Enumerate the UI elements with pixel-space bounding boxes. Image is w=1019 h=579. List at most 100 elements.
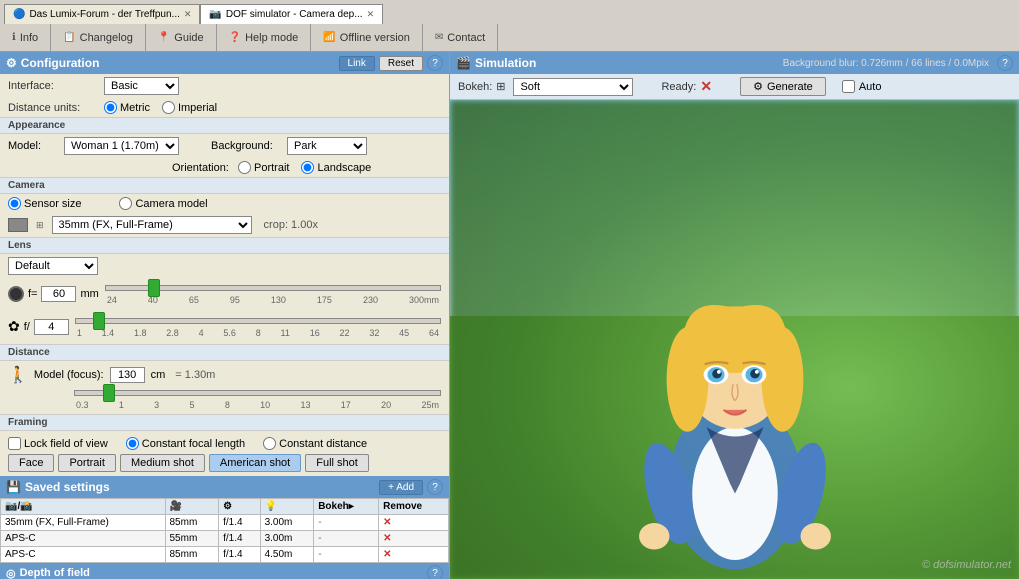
auto-check[interactable]: Auto: [842, 80, 882, 93]
ready-text: Ready:: [661, 81, 696, 93]
face-button[interactable]: Face: [8, 454, 54, 472]
generate-button[interactable]: ⚙ Generate: [740, 77, 826, 96]
tab-label-dof: DOF simulator - Camera dep...: [226, 9, 363, 20]
link-button[interactable]: Link: [339, 56, 375, 71]
sensor-size-label: Sensor size: [24, 198, 81, 210]
offline-icon: 📶: [323, 32, 335, 43]
browser-tab-dof[interactable]: 📷 DOF simulator - Camera dep... ✕: [200, 4, 383, 24]
aperture-value-input[interactable]: [34, 319, 69, 335]
model-bg-row: Model: Woman 1 (1.70m) Woman 2 (1.65m) M…: [0, 134, 449, 158]
saved-actions: + Add ?: [379, 479, 443, 495]
constant-focal-radio[interactable]: [126, 437, 139, 450]
saved-help-button[interactable]: ?: [427, 479, 443, 495]
auto-checkbox[interactable]: [842, 80, 855, 93]
nav-changelog[interactable]: 📋 Changelog: [51, 24, 146, 51]
constant-distance-radio[interactable]: [263, 437, 276, 450]
table-row: 35mm (FX, Full-Frame) 85mm f/1.4 3.00m -…: [1, 515, 449, 531]
dof-help-button[interactable]: ?: [427, 565, 443, 579]
nav-guide[interactable]: 📍 Guide: [146, 24, 217, 51]
tab-close-dof[interactable]: ✕: [367, 9, 375, 20]
cell-bokeh: -: [314, 547, 379, 563]
left-panel: ⚙ Configuration Link Reset ? Interface: …: [0, 52, 450, 579]
model-select[interactable]: Woman 1 (1.70m) Woman 2 (1.65m) Man 1 (1…: [64, 137, 179, 155]
portrait-radio[interactable]: [238, 161, 251, 174]
interface-select[interactable]: Basic Advanced: [104, 77, 179, 95]
watermark-text: © dofsimulator.net: [922, 559, 1011, 571]
focus-distance-input[interactable]: [110, 367, 145, 383]
full-shot-button[interactable]: Full shot: [305, 454, 369, 472]
landscape-radio[interactable]: [301, 161, 314, 174]
cell-aperture: f/1.4: [219, 547, 260, 563]
lock-field-option[interactable]: Lock field of view: [8, 437, 108, 450]
table-row: APS-C 85mm f/1.4 4.50m - ✕: [1, 547, 449, 563]
info-icon: ℹ: [12, 32, 16, 43]
distance-units-group: Metric Imperial: [104, 101, 217, 114]
sensor-icon: [8, 218, 28, 232]
constant-focal-option[interactable]: Constant focal length: [126, 437, 245, 450]
top-nav: ℹ Info 📋 Changelog 📍 Guide ❓ Help mode 📶…: [0, 24, 1019, 52]
medium-shot-button[interactable]: Medium shot: [120, 454, 205, 472]
sensor-select[interactable]: 35mm (FX, Full-Frame) APS-C Micro 4/3: [52, 216, 252, 234]
cell-remove[interactable]: ✕: [379, 531, 449, 547]
cell-bokeh: -: [314, 515, 379, 531]
lens-select[interactable]: Default: [8, 257, 98, 275]
camera-model-option[interactable]: Camera model: [119, 197, 207, 210]
focal-length-row: f= mm 24406595130175230300mm: [8, 282, 441, 305]
cell-sensor: APS-C: [1, 531, 166, 547]
crop-label: crop: 1.00x: [264, 219, 318, 231]
add-button[interactable]: + Add: [379, 480, 423, 495]
framing-subsection: Framing: [0, 414, 449, 431]
aperture-slider[interactable]: [75, 318, 441, 324]
bokeh-grid-icon: ⊞: [496, 80, 505, 93]
focus-distance-row: 🚶 Model (focus): cm = 1.30m: [8, 365, 441, 385]
sim-controls: Background blur: 0.726mm / 66 lines / 0.…: [783, 55, 1013, 71]
cell-remove[interactable]: ✕: [379, 547, 449, 563]
bokeh-select[interactable]: Soft None Hard Ring: [513, 78, 633, 96]
sensor-size-radio[interactable]: [8, 197, 21, 210]
imperial-radio[interactable]: [162, 101, 175, 114]
nav-contact[interactable]: ✉ Contact: [423, 24, 498, 51]
cell-sensor: 35mm (FX, Full-Frame): [1, 515, 166, 531]
camera-model-radio[interactable]: [119, 197, 132, 210]
ready-x: ✕: [700, 78, 712, 95]
lock-field-checkbox[interactable]: [8, 437, 21, 450]
nav-guide-label: Guide: [174, 32, 203, 44]
tab-close-lumix[interactable]: ✕: [184, 9, 192, 20]
nav-offline[interactable]: 📶 Offline version: [311, 24, 423, 51]
nav-offline-label: Offline version: [340, 32, 410, 44]
reset-button[interactable]: Reset: [379, 56, 423, 71]
cell-remove[interactable]: ✕: [379, 515, 449, 531]
portrait-button[interactable]: Portrait: [58, 454, 115, 472]
character-illustration: [575, 199, 895, 579]
guide-icon: 📍: [158, 32, 170, 43]
cell-distance: 4.50m: [260, 547, 314, 563]
constant-distance-option[interactable]: Constant distance: [263, 437, 367, 450]
sensor-size-option[interactable]: Sensor size: [8, 197, 81, 210]
distance-slider[interactable]: [74, 390, 441, 396]
focal-slider[interactable]: [105, 285, 441, 291]
browser-tab-lumix[interactable]: 🔵 Das Lumix-Forum - der Treffpun... ✕: [4, 4, 200, 24]
portrait-option[interactable]: Portrait: [238, 161, 289, 174]
orientation-row: Orientation: Portrait Landscape: [0, 158, 449, 177]
background-select[interactable]: Park Studio City: [287, 137, 367, 155]
col-sensor: 📷/📸: [1, 499, 166, 515]
distance-units-row: Distance units: Metric Imperial: [0, 98, 449, 117]
landscape-option[interactable]: Landscape: [301, 161, 371, 174]
metric-radio[interactable]: [104, 101, 117, 114]
nav-info[interactable]: ℹ Info: [0, 24, 51, 51]
american-shot-button[interactable]: American shot: [209, 454, 301, 472]
right-panel: 🎬 Simulation Background blur: 0.726mm / …: [450, 52, 1019, 579]
nav-help[interactable]: ❓ Help mode: [217, 24, 312, 51]
imperial-option[interactable]: Imperial: [162, 101, 217, 114]
config-title-text: Configuration: [21, 56, 100, 70]
metric-option[interactable]: Metric: [104, 101, 150, 114]
dof-title: ◎ Depth of field: [6, 567, 90, 579]
focal-value-input[interactable]: [41, 286, 76, 302]
table-header-row: 📷/📸 🎥 ⚙ 💡 Bokeh▸ Remove: [1, 499, 449, 515]
config-help-button[interactable]: ?: [427, 55, 443, 71]
constant-distance-label: Constant distance: [279, 438, 367, 450]
distance-slider-wrapper: 0.313581013172025m: [74, 387, 441, 410]
sim-help-button[interactable]: ?: [997, 55, 1013, 71]
sim-bg-info: Background blur: 0.726mm / 66 lines / 0.…: [783, 58, 989, 69]
cell-focal: 55mm: [165, 531, 219, 547]
